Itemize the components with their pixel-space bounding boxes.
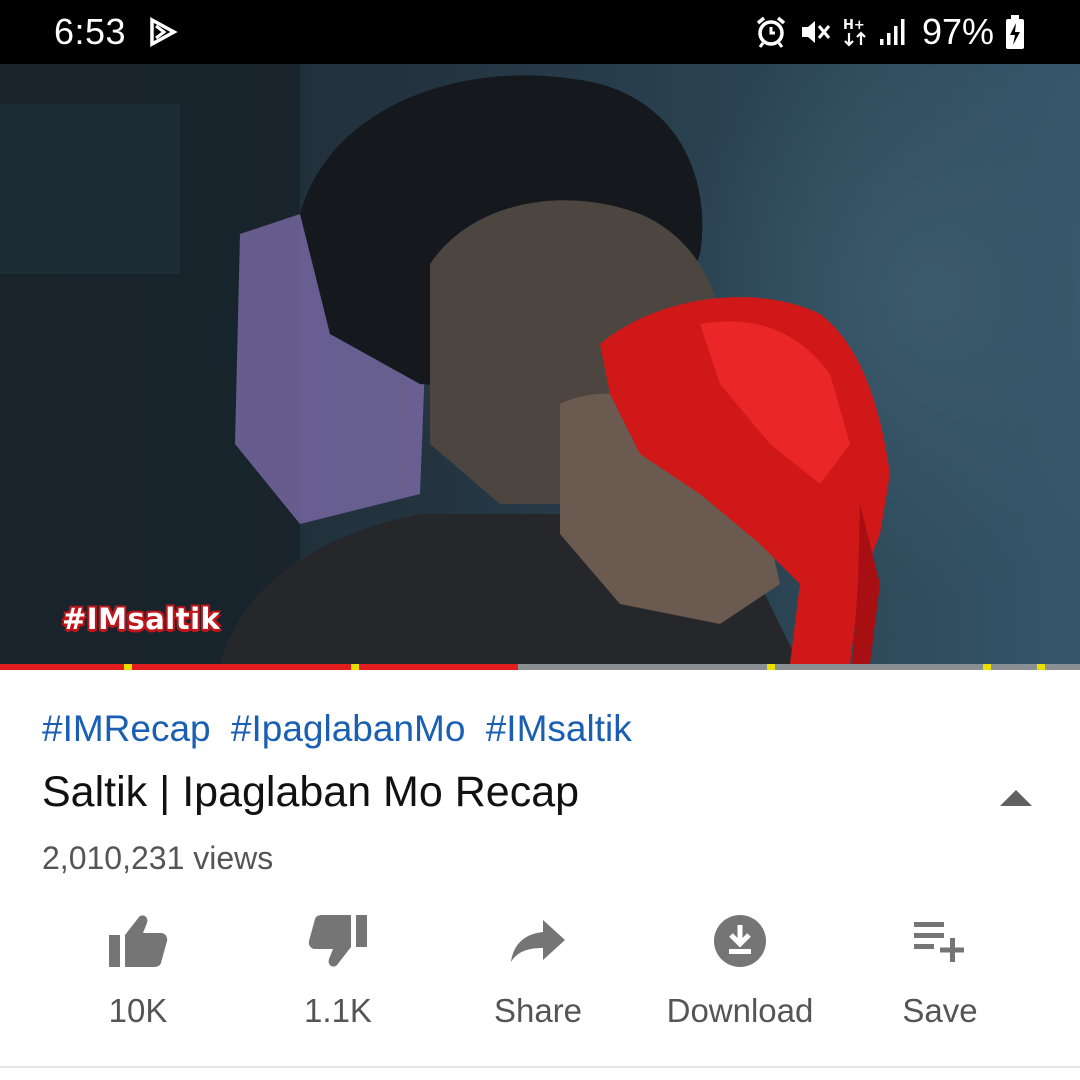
collapse-description-button[interactable] (990, 780, 1042, 820)
signal-icon (878, 17, 908, 47)
svg-text:H+: H+ (843, 18, 865, 33)
divider (0, 1066, 1080, 1068)
chapter-marker (1036, 664, 1045, 670)
thumbs-down-icon (307, 908, 369, 974)
thumbs-up-icon (107, 908, 169, 974)
share-button[interactable]: Share (438, 908, 638, 1038)
action-bar: 10K 1.1K Share Download Save (0, 908, 1080, 1038)
hashtag-link[interactable]: #IMRecap (42, 708, 211, 749)
video-frame (0, 64, 890, 666)
chevron-up-icon (998, 788, 1034, 813)
clock: 6:53 (54, 11, 127, 52)
alarm-icon (754, 15, 788, 49)
hashtag-link[interactable]: #IMsaltik (486, 708, 632, 749)
mute-icon (798, 15, 832, 49)
download-button[interactable]: Download (640, 908, 840, 1038)
battery-percent: 97% (921, 11, 994, 52)
battery-charging-icon (1004, 14, 1026, 50)
download-label: Download (666, 992, 814, 1029)
download-icon (712, 908, 768, 974)
share-icon (509, 908, 567, 974)
progress-fill (0, 664, 519, 670)
chapter-marker (982, 664, 991, 670)
video-title: Saltik | Ipaglaban Mo Recap (42, 768, 580, 816)
view-count: 2,010,231 views (42, 840, 274, 876)
like-count: 10K (108, 992, 168, 1029)
share-label: Share (493, 992, 583, 1029)
video-player[interactable]: #IMsaltik (0, 64, 1080, 666)
save-playlist-icon (912, 908, 968, 974)
video-progress-bar[interactable] (0, 664, 1080, 670)
hashtag-row: #IMRecap #IpaglabanMo #IMsaltik (42, 708, 642, 750)
save-label: Save (902, 992, 978, 1029)
save-button[interactable]: Save (840, 908, 1040, 1038)
chapter-marker (766, 664, 775, 670)
chapter-marker (124, 664, 133, 670)
dislike-count: 1.1K (304, 992, 372, 1029)
like-button[interactable]: 10K (38, 908, 238, 1038)
video-hashtag-overlay: #IMsaltik (62, 602, 221, 636)
play-store-notification-icon (148, 17, 178, 47)
chapter-marker (351, 664, 359, 670)
data-hplus-icon: H+ (842, 15, 868, 49)
status-bar: 6:53 H+ 97% (0, 0, 1080, 64)
hashtag-link[interactable]: #IpaglabanMo (231, 708, 466, 749)
dislike-button[interactable]: 1.1K (238, 908, 438, 1038)
